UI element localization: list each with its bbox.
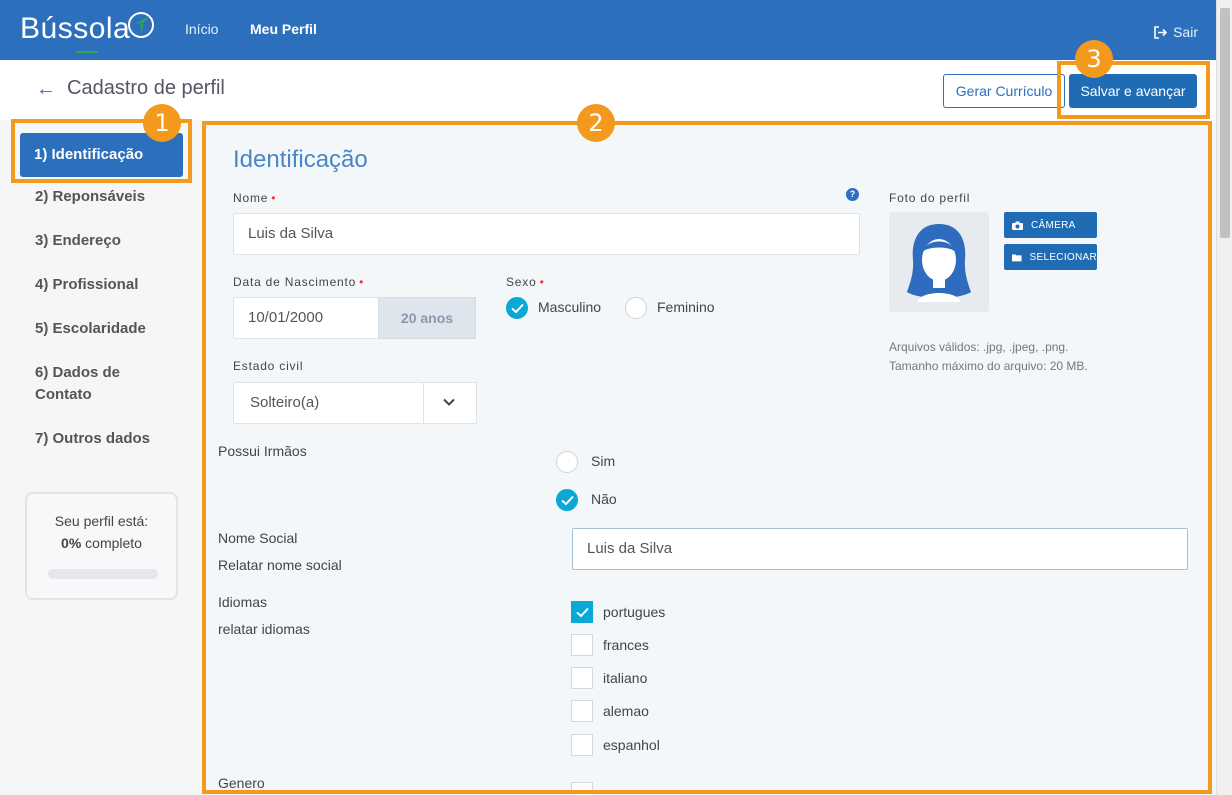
- sidebar-item-profissional[interactable]: 4) Profissional: [35, 274, 138, 296]
- annotation-box-2: [202, 121, 1212, 794]
- progress-line1: Seu perfil está:: [54, 513, 149, 529]
- progress-percent: 0%: [61, 535, 82, 551]
- brand-name[interactable]: Bússola: [20, 12, 130, 46]
- logout-icon: [1154, 25, 1168, 39]
- progress-suffix: completo: [81, 535, 142, 551]
- sidebar-item-endereco[interactable]: 3) Endereço: [35, 230, 121, 252]
- progress-line2: 0% completo: [27, 532, 176, 554]
- compass-logo-icon: [128, 12, 154, 38]
- brand-underline: [76, 51, 98, 53]
- nav-meu-perfil[interactable]: Meu Perfil: [250, 21, 317, 37]
- back-arrow-icon[interactable]: ←: [36, 78, 56, 101]
- annotation-badge-2: 2: [577, 104, 615, 142]
- sidebar-item-escolaridade[interactable]: 5) Escolaridade: [35, 318, 146, 340]
- annotation-badge-1: 1: [143, 104, 181, 142]
- progress-bar: [48, 569, 158, 579]
- generate-cv-button[interactable]: Gerar Currículo: [943, 74, 1065, 108]
- sidebar-item-dados-contato-line2[interactable]: Contato: [35, 384, 92, 406]
- sidebar-item-responsaveis[interactable]: 2) Reponsáveis: [35, 186, 145, 208]
- nav-inicio[interactable]: Início: [185, 21, 218, 37]
- profile-progress-card: Seu perfil está: 0% completo: [25, 492, 178, 600]
- annotation-badge-3: 3: [1075, 40, 1113, 78]
- sidebar-item-dados-contato[interactable]: 6) Dados de: [35, 362, 120, 384]
- sidebar: 1) Identificação 2) Reponsáveis 3) Ender…: [0, 120, 200, 795]
- page-title: Cadastro de perfil: [67, 77, 225, 99]
- page-scrollbar[interactable]: [1216, 0, 1232, 795]
- top-navbar: Bússola Início Meu Perfil Sair: [0, 0, 1232, 60]
- scrollbar-thumb[interactable]: [1220, 8, 1230, 238]
- sidebar-item-outros-dados[interactable]: 7) Outros dados: [35, 428, 150, 450]
- logout-label: Sair: [1173, 24, 1198, 40]
- logout-link[interactable]: Sair: [1153, 24, 1198, 40]
